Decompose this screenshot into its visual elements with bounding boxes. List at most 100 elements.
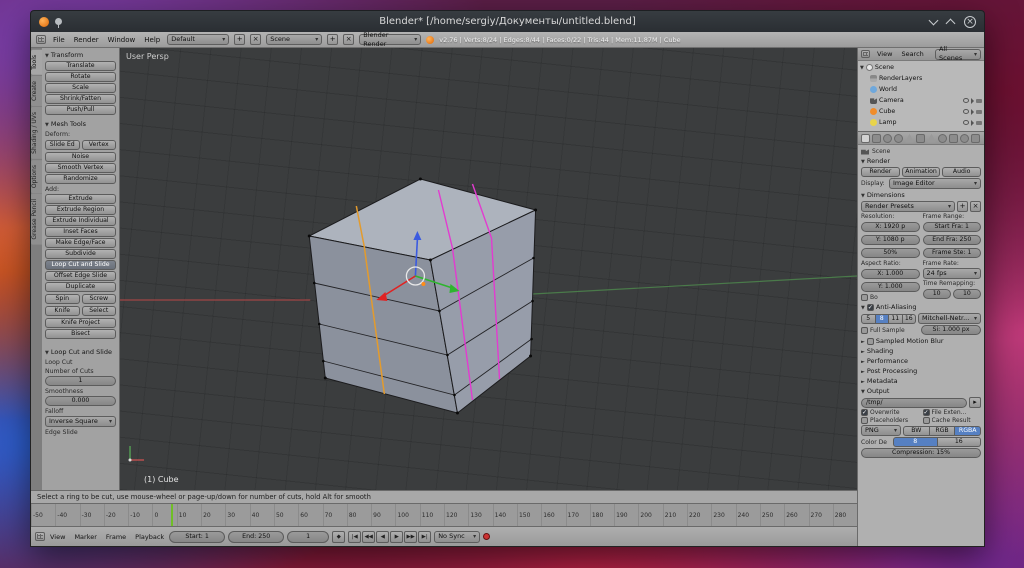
- outliner-row-camera[interactable]: Camera: [860, 95, 982, 106]
- selectability-icon[interactable]: [971, 119, 974, 126]
- object-tab-icon[interactable]: [905, 133, 914, 143]
- render-button[interactable]: Render: [861, 167, 900, 177]
- current-frame-marker[interactable]: [171, 504, 173, 526]
- timeline-menu-item[interactable]: Playback: [133, 533, 166, 541]
- tab-tools[interactable]: Tools: [31, 50, 42, 75]
- add-tool-button[interactable]: Extrude: [45, 194, 116, 204]
- collapsed-panel-header[interactable]: Metadata: [861, 376, 981, 386]
- texture-tab-icon[interactable]: [949, 133, 958, 143]
- knife-select-button[interactable]: Select: [81, 306, 116, 316]
- output-path-field[interactable]: /tmp/: [861, 397, 967, 408]
- transform-tool-button[interactable]: Scale: [45, 83, 116, 93]
- outliner-row-cube[interactable]: Cube: [860, 106, 982, 117]
- minimize-icon[interactable]: [928, 15, 939, 25]
- visibility-eye-icon[interactable]: [963, 109, 969, 114]
- scene-tab-icon[interactable]: [883, 133, 892, 143]
- selectability-icon[interactable]: [971, 108, 974, 115]
- menu-item[interactable]: File: [51, 36, 67, 44]
- transport-button[interactable]: ◀: [376, 530, 390, 543]
- loop-cut-panel-header[interactable]: Loop Cut and Slide: [45, 347, 116, 357]
- mesh-tool-button[interactable]: Knife Project: [45, 318, 116, 328]
- window-titlebar[interactable]: Blender* [/home/sergiy/Документы/untitle…: [30, 10, 985, 32]
- selectability-icon[interactable]: [971, 97, 974, 104]
- resolution-percentage-field[interactable]: 50%: [861, 248, 920, 258]
- remove-scene-button[interactable]: [343, 34, 355, 45]
- modifiers-tab-icon[interactable]: [916, 133, 925, 143]
- aa-samples-8[interactable]: 8: [875, 313, 889, 324]
- channels-rgb[interactable]: RGB: [929, 425, 956, 436]
- collapsed-panel-header[interactable]: Post Processing: [861, 366, 981, 376]
- collapsed-panel-header[interactable]: Shading: [861, 346, 981, 356]
- file-browse-icon[interactable]: ▸: [969, 397, 981, 408]
- add-tool-button[interactable]: Inset Faces: [45, 227, 116, 237]
- outliner-row-renderlayers[interactable]: RenderLayers: [860, 73, 982, 84]
- aa-samples-11[interactable]: 11: [889, 313, 903, 324]
- overwrite-checkbox[interactable]: [861, 409, 868, 416]
- add-tool-button[interactable]: Extrude Region: [45, 205, 116, 215]
- transport-button[interactable]: |◀: [348, 530, 362, 543]
- transform-tool-button[interactable]: Shrink/Fatten: [45, 94, 116, 104]
- tab-options[interactable]: Options: [31, 159, 42, 193]
- transform-tool-button[interactable]: Translate: [45, 61, 116, 71]
- render-animation-button[interactable]: Animation: [901, 167, 941, 177]
- aa-size-field[interactable]: Si: 1.000 px: [921, 325, 981, 335]
- renderability-icon[interactable]: [976, 109, 982, 114]
- add-layout-button[interactable]: [234, 34, 246, 45]
- menu-item[interactable]: Help: [142, 36, 162, 44]
- vertex-slide-button[interactable]: Vertex: [81, 140, 116, 150]
- aspect-y-field[interactable]: Y: 1.000: [861, 282, 920, 292]
- deform-tool-button[interactable]: Randomize: [45, 174, 116, 184]
- visibility-eye-icon[interactable]: [963, 120, 969, 125]
- loop-cut-and-slide-button[interactable]: Loop Cut and Slide: [45, 260, 116, 270]
- tab-shading-uvs[interactable]: Shading / UVs: [31, 106, 42, 159]
- motion-blur-panel-header[interactable]: Sampled Motion Blur: [861, 336, 981, 346]
- dimensions-panel-header[interactable]: Dimensions: [861, 190, 981, 200]
- aa-samples-5[interactable]: 5: [861, 313, 876, 324]
- mesh-tools-panel-header[interactable]: Mesh Tools: [45, 119, 116, 129]
- tab-create[interactable]: Create: [31, 75, 42, 106]
- frame-rate-dropdown[interactable]: 24 fps: [922, 268, 981, 279]
- aspect-x-field[interactable]: X: 1.000: [861, 269, 920, 279]
- remap-old-field[interactable]: 10: [922, 289, 951, 299]
- timeline-menu-item[interactable]: View: [48, 533, 67, 541]
- compression-slider[interactable]: Compression: 15%: [861, 448, 981, 458]
- tab-grease-pencil[interactable]: Grease Pencil: [31, 193, 42, 245]
- motion-blur-checkbox[interactable]: [866, 337, 874, 345]
- editor-type-icon[interactable]: [36, 35, 46, 44]
- full-sample-checkbox[interactable]: [861, 326, 868, 334]
- renderability-icon[interactable]: [976, 120, 982, 125]
- scene-selector[interactable]: Scene: [266, 34, 323, 45]
- material-tab-icon[interactable]: [938, 133, 947, 143]
- spin-button[interactable]: Spin: [45, 294, 80, 304]
- renderability-icon[interactable]: [976, 98, 982, 103]
- menu-item[interactable]: Render: [72, 36, 101, 44]
- add-preset-button[interactable]: [957, 201, 968, 212]
- object-data-tab-icon[interactable]: [927, 133, 936, 143]
- placeholders-checkbox[interactable]: [861, 417, 868, 424]
- keying-set-icon[interactable]: ◆: [332, 530, 346, 543]
- transport-button[interactable]: ▶▶: [404, 530, 418, 543]
- render-engine-selector[interactable]: Blender Render: [359, 31, 422, 48]
- render-tab-icon[interactable]: [861, 133, 870, 143]
- frame-step-field[interactable]: Frame Ste: 1: [922, 248, 981, 258]
- transport-button[interactable]: ▶|: [418, 530, 432, 543]
- edge-slide-button[interactable]: Slide Ed: [45, 140, 80, 150]
- visibility-eye-icon[interactable]: [963, 98, 969, 103]
- timeline-menu-item[interactable]: Frame: [104, 533, 128, 541]
- depth-8[interactable]: 8: [893, 437, 938, 447]
- number-of-cuts-field[interactable]: 1: [45, 376, 116, 386]
- file-format-dropdown[interactable]: PNG: [861, 425, 901, 436]
- render-layers-tab-icon[interactable]: [872, 133, 881, 143]
- file-extensions-checkbox[interactable]: [922, 409, 930, 416]
- record-icon[interactable]: [483, 533, 491, 540]
- anti-aliasing-checkbox[interactable]: [866, 303, 874, 311]
- outliner-row-scene[interactable]: Scene: [860, 62, 982, 73]
- render-audio-button[interactable]: Audio: [942, 167, 982, 177]
- cache-result-checkbox[interactable]: [922, 417, 930, 424]
- transform-tool-button[interactable]: Push/Pull: [45, 105, 116, 115]
- expand-icon[interactable]: [860, 64, 864, 71]
- channels-rgba[interactable]: RGBA: [955, 425, 982, 436]
- timeline-editor-type-icon[interactable]: [35, 532, 45, 541]
- mesh-tool-button[interactable]: Bisect: [45, 329, 116, 339]
- border-checkbox[interactable]: [861, 294, 868, 301]
